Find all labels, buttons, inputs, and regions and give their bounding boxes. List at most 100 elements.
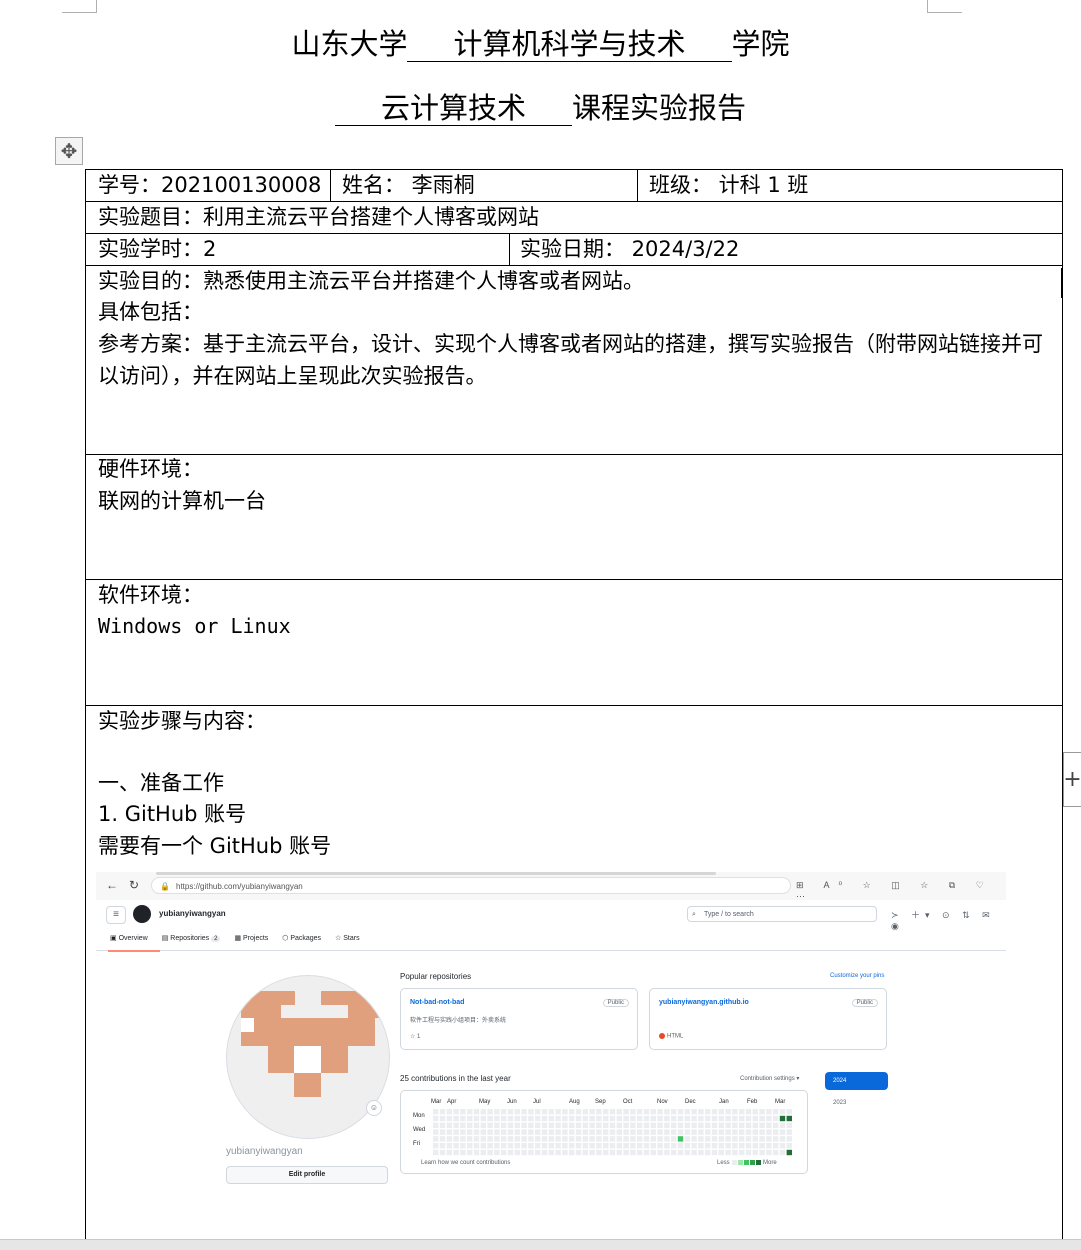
contribution-cell (657, 1129, 663, 1135)
repo-card[interactable]: Not-bad-not-bad Public 软件工程与实践小组项目：外卖系统 … (400, 988, 638, 1050)
contribution-cell (623, 1129, 629, 1135)
contribution-cell (480, 1136, 486, 1142)
contribution-cell (657, 1109, 663, 1115)
contribution-cell (589, 1143, 595, 1149)
browser-toolbar: ← ↻ 🔒 https://github.com/yubianyiwangyan… (96, 872, 1006, 901)
contribution-cell (745, 1122, 752, 1128)
contribution-cell (786, 1115, 792, 1122)
contribution-cell (446, 1109, 452, 1115)
contribution-cell (467, 1122, 473, 1128)
contribution-cell (671, 1149, 677, 1156)
contribution-cell (569, 1136, 575, 1142)
contribution-cell (487, 1109, 493, 1115)
contribution-cell (473, 1129, 480, 1135)
year-button-2024[interactable]: 2024 (825, 1072, 888, 1090)
contribution-cell (698, 1129, 704, 1135)
contribution-cell (555, 1149, 561, 1156)
tab-repositories[interactable]: ▤ Repositories 2 (162, 934, 221, 942)
contribution-grid (433, 1109, 792, 1156)
student-id: 学号：202100130008 (98, 173, 322, 197)
contribution-cell (582, 1109, 588, 1115)
contribution-cell (562, 1136, 568, 1142)
github-logo-icon[interactable] (133, 905, 151, 923)
customize-pins-link[interactable]: Customize your pins (830, 973, 884, 979)
contribution-cell (616, 1109, 622, 1115)
edit-profile-button[interactable]: Edit profile (226, 1166, 388, 1184)
contribution-cell (691, 1149, 697, 1156)
contribution-cell (752, 1122, 758, 1128)
add-column-icon[interactable]: + (1063, 752, 1081, 807)
contribution-cell (766, 1143, 772, 1149)
contribution-cell (487, 1115, 493, 1122)
repo-name[interactable]: yubianyiwangyan.github.io (659, 999, 749, 1006)
contribution-cell (698, 1136, 704, 1142)
repo-stars: ☆ 1 (410, 1034, 421, 1040)
contribution-cell (548, 1136, 554, 1142)
contribution-cell (779, 1129, 786, 1135)
contribution-cell (453, 1149, 459, 1156)
year-button-2023[interactable]: 2023 (833, 1100, 846, 1106)
contribution-cell (501, 1109, 507, 1115)
contribution-cell (745, 1109, 752, 1115)
learn-contributions-link[interactable]: Learn how we count contributions (421, 1160, 510, 1166)
repo-card[interactable]: yubianyiwangyan.github.io Public HTML (649, 988, 887, 1050)
repo-name[interactable]: Not-bad-not-bad (410, 999, 464, 1006)
tab-stars[interactable]: ☆ Stars (335, 934, 360, 942)
report-title-line2: 云计算技术 课程实验报告 (0, 88, 1081, 128)
set-status-icon[interactable]: ☺ (366, 1100, 382, 1116)
contribution-settings-dropdown[interactable]: Contribution settings ▾ (740, 1075, 799, 1082)
tab-packages[interactable]: ⬡ Packages (282, 934, 321, 942)
header-username[interactable]: yubianyiwangyan (159, 909, 226, 918)
contribution-cell (575, 1136, 582, 1142)
menu-icon[interactable]: ≡ (106, 906, 126, 924)
avatar[interactable] (226, 975, 390, 1139)
course-name: 云计算技术 (334, 91, 572, 126)
contribution-cell (446, 1115, 452, 1122)
contribution-cell (657, 1143, 663, 1149)
contribution-cell (684, 1109, 690, 1115)
contribution-cell (630, 1129, 636, 1135)
contribution-cell (677, 1149, 684, 1156)
browser-actions-icons[interactable]: ⊞ A⁰ ☆ ◫ ☆ ⧉ ♡ ⋯ (796, 880, 1006, 902)
contribution-cell (596, 1136, 602, 1142)
tab-overview[interactable]: ▣ Overview (110, 934, 148, 942)
contribution-cell (732, 1109, 738, 1115)
contribution-cell (752, 1143, 758, 1149)
contribution-cell (630, 1143, 636, 1149)
contribution-cell (535, 1149, 541, 1156)
contribution-cell (480, 1129, 486, 1135)
hardware-value: 联网的计算机一台 (98, 489, 266, 513)
header-action-icons[interactable]: ≻ ＋▾ ⊙ ⇅ ✉ ◉ (891, 908, 1006, 932)
contribution-cell (453, 1136, 459, 1142)
contribution-cell (623, 1143, 629, 1149)
university-name: 山东大学 (291, 27, 408, 61)
contribution-cell (548, 1143, 554, 1149)
active-tab-underline (108, 950, 160, 952)
back-icon[interactable]: ← (106, 878, 118, 892)
contribution-cell (480, 1122, 486, 1128)
contribution-cell (521, 1143, 527, 1149)
contribution-cell (514, 1129, 520, 1135)
tab-projects[interactable]: ▦ Projects (234, 934, 268, 942)
college-suffix: 学院 (731, 27, 790, 61)
repo-visibility-badge: Public (602, 999, 629, 1007)
contribution-cell (725, 1115, 731, 1122)
contribution-cell (698, 1122, 704, 1128)
contribution-cell (541, 1143, 548, 1149)
address-bar[interactable]: 🔒 https://github.com/yubianyiwangyan (151, 877, 791, 894)
month-label: Jul (533, 1099, 541, 1105)
student-name: 姓名： 李雨桐 (342, 173, 475, 197)
contribution-cell (453, 1122, 459, 1128)
search-input[interactable]: ⌕ Type / to search (687, 906, 877, 922)
table-move-handle-icon[interactable]: ✥ (55, 137, 83, 165)
reload-icon[interactable]: ↻ (129, 878, 139, 892)
contribution-cell (732, 1143, 738, 1149)
contribution-cell (732, 1136, 738, 1142)
contribution-cell (718, 1109, 724, 1115)
contribution-cell (650, 1136, 656, 1142)
repo-language: HTML (659, 1033, 683, 1040)
profile-username: yubianyiwangyan (226, 1146, 303, 1157)
contribution-cell (766, 1115, 772, 1122)
contribution-cell (514, 1109, 520, 1115)
browser-scroll-thumb (156, 872, 716, 875)
